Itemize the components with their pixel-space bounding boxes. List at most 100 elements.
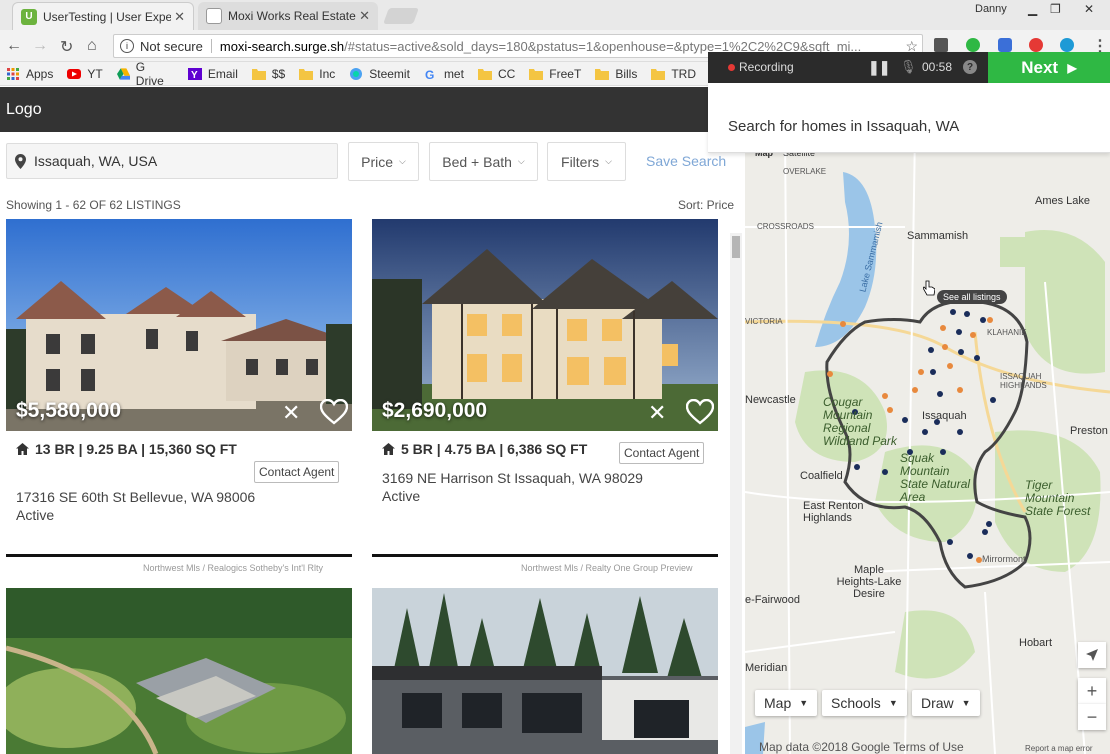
close-tab-icon[interactable]: ✕ bbox=[359, 8, 370, 24]
info-icon[interactable]: i bbox=[120, 39, 134, 53]
contact-agent-button[interactable]: Contact Agent bbox=[254, 461, 340, 483]
forward-arrow-icon[interactable]: → bbox=[32, 37, 48, 55]
listing-photo[interactable] bbox=[372, 588, 718, 754]
site-logo[interactable]: Logo bbox=[6, 101, 42, 119]
listings-scrollbar[interactable] bbox=[730, 233, 742, 754]
bookmark-apps[interactable]: Apps bbox=[6, 67, 53, 81]
listing-map-pin[interactable] bbox=[922, 429, 928, 435]
listing-map-pin[interactable] bbox=[928, 347, 934, 353]
help-icon[interactable]: ? bbox=[963, 60, 977, 74]
bookmark-folder-money[interactable]: $$ bbox=[251, 67, 285, 81]
map-panel[interactable]: Map Satellite OVERLAKE Ames Lake CROSSRO… bbox=[745, 132, 1110, 754]
new-tab-button[interactable] bbox=[383, 8, 419, 24]
bookmark-folder-freet[interactable]: FreeT bbox=[529, 67, 581, 81]
extension-green-icon[interactable] bbox=[966, 38, 980, 52]
listing-map-pin[interactable] bbox=[947, 363, 953, 369]
listing-map-pin[interactable] bbox=[957, 429, 963, 435]
listing-map-pin[interactable] bbox=[970, 332, 976, 338]
back-arrow-icon[interactable]: ← bbox=[6, 37, 22, 55]
listing-map-pin[interactable] bbox=[947, 539, 953, 545]
dismiss-x-icon[interactable]: ✕ bbox=[648, 400, 666, 426]
restore-icon[interactable]: ❐ bbox=[1050, 2, 1061, 16]
listing-map-pin[interactable] bbox=[840, 321, 846, 327]
listing-map-pin[interactable] bbox=[986, 521, 992, 527]
bookmark-yt[interactable]: YT bbox=[67, 67, 103, 81]
listing-card[interactable] bbox=[372, 588, 718, 754]
listing-map-pin[interactable] bbox=[964, 311, 970, 317]
bookmark-gdrive[interactable]: G Drive bbox=[116, 60, 174, 88]
listing-map-pin[interactable] bbox=[967, 553, 973, 559]
listing-card[interactable]: $2,690,000 ✕ 5 BR | 4.75 BA | 6,386 SQ F… bbox=[372, 219, 718, 579]
close-tab-icon[interactable]: ✕ bbox=[174, 9, 185, 25]
map-layer-dropdown[interactable]: Map ▼ bbox=[755, 690, 818, 716]
heart-favorite-icon[interactable] bbox=[320, 399, 348, 425]
listing-map-pin[interactable] bbox=[982, 529, 988, 535]
map-attribution[interactable]: Map data ©2018 Google Terms of Use bbox=[759, 740, 964, 754]
scrollbar-thumb[interactable] bbox=[732, 236, 740, 258]
see-all-listings-tooltip[interactable]: See all listings bbox=[937, 290, 1007, 304]
listing-map-pin[interactable] bbox=[974, 355, 980, 361]
draw-dropdown[interactable]: Draw ▼ bbox=[912, 690, 980, 716]
listing-map-pin[interactable] bbox=[958, 349, 964, 355]
dismiss-x-icon[interactable]: ✕ bbox=[282, 400, 300, 426]
location-value: Issaquah, WA, USA bbox=[34, 153, 158, 169]
listing-photo[interactable]: $5,580,000 ✕ bbox=[6, 219, 352, 431]
listing-map-pin[interactable] bbox=[854, 464, 860, 470]
minimize-icon[interactable]: ▁ bbox=[1028, 2, 1037, 16]
bookmark-folder-cc[interactable]: CC bbox=[477, 67, 515, 81]
bookmark-email[interactable]: Y Email bbox=[187, 67, 238, 81]
my-location-button[interactable] bbox=[1078, 642, 1106, 668]
listing-map-pin[interactable] bbox=[937, 391, 943, 397]
listing-map-pin[interactable] bbox=[940, 325, 946, 331]
listing-map-pin[interactable] bbox=[942, 344, 948, 350]
browser-tab-moxi[interactable]: Moxi Works Real Estate S ✕ bbox=[198, 2, 378, 30]
listing-map-pin[interactable] bbox=[990, 397, 996, 403]
listing-photo[interactable] bbox=[6, 588, 352, 754]
listing-map-pin[interactable] bbox=[957, 387, 963, 393]
listing-map-pin[interactable] bbox=[930, 369, 936, 375]
home-icon[interactable]: ⌂ bbox=[87, 37, 97, 55]
sort-dropdown[interactable]: Sort: Price bbox=[678, 198, 734, 212]
map-place-label: Ames Lake bbox=[1035, 195, 1091, 207]
listing-address[interactable]: 3169 NE Harrison St Issaquah, WA 98029 bbox=[382, 470, 643, 486]
bookmark-met[interactable]: Gmet bbox=[424, 67, 464, 81]
listing-map-pin[interactable] bbox=[912, 387, 918, 393]
listing-map-pin[interactable] bbox=[956, 329, 962, 335]
zoom-out-button[interactable]: − bbox=[1078, 704, 1106, 730]
listing-photo[interactable]: $2,690,000 ✕ bbox=[372, 219, 718, 431]
listing-map-pin[interactable] bbox=[980, 317, 986, 323]
microphone-icon[interactable]: 🎙 bbox=[900, 59, 917, 75]
bookmark-folder-inc[interactable]: Inc bbox=[299, 67, 335, 81]
filters-button[interactable]: Filters ⌵ bbox=[547, 142, 626, 181]
browser-tab-usertesting[interactable]: U UserTesting | User Experi ✕ bbox=[12, 2, 194, 30]
pause-icon[interactable]: ❚❚ bbox=[868, 59, 890, 76]
listing-card[interactable]: $5,580,000 ✕ 13 BR | 9.25 BA | 15,360 SQ… bbox=[6, 219, 352, 579]
heart-favorite-icon[interactable] bbox=[686, 399, 714, 425]
browser-user-name[interactable]: Danny bbox=[975, 3, 1007, 15]
price-filter-button[interactable]: Price ⌵ bbox=[348, 142, 419, 181]
schools-dropdown[interactable]: Schools ▼ bbox=[822, 690, 907, 716]
next-button[interactable]: Next ▶ bbox=[988, 52, 1110, 83]
report-map-error-link[interactable]: Report a map error bbox=[1025, 744, 1093, 753]
reload-icon[interactable]: ↻ bbox=[60, 37, 73, 57]
extension-qr-icon[interactable] bbox=[934, 38, 948, 52]
bookmark-folder-trd[interactable]: TRD bbox=[651, 67, 696, 81]
bookmark-steemit[interactable]: Steemit bbox=[349, 67, 410, 81]
extension-red-icon[interactable] bbox=[1029, 38, 1043, 52]
listing-map-pin[interactable] bbox=[882, 469, 888, 475]
listing-address[interactable]: 17316 SE 60th St Bellevue, WA 98006 bbox=[16, 489, 255, 505]
extension-shield-icon[interactable] bbox=[998, 38, 1012, 52]
contact-agent-button[interactable]: Contact Agent bbox=[619, 442, 705, 464]
bookmark-folder-bills[interactable]: Bills bbox=[595, 67, 637, 81]
listing-map-pin[interactable] bbox=[950, 309, 956, 315]
extension-blue-icon[interactable] bbox=[1060, 38, 1074, 52]
close-window-icon[interactable]: ✕ bbox=[1084, 2, 1094, 16]
location-search-input[interactable]: Issaquah, WA, USA bbox=[6, 143, 338, 179]
listing-map-pin[interactable] bbox=[827, 371, 833, 377]
listing-map-pin[interactable] bbox=[918, 369, 924, 375]
listing-map-pin[interactable] bbox=[987, 317, 993, 323]
listing-card[interactable] bbox=[6, 588, 352, 754]
bed-bath-filter-button[interactable]: Bed + Bath ⌵ bbox=[429, 142, 538, 181]
zoom-in-button[interactable]: + bbox=[1078, 678, 1106, 704]
save-search-link[interactable]: Save Search bbox=[646, 153, 726, 169]
